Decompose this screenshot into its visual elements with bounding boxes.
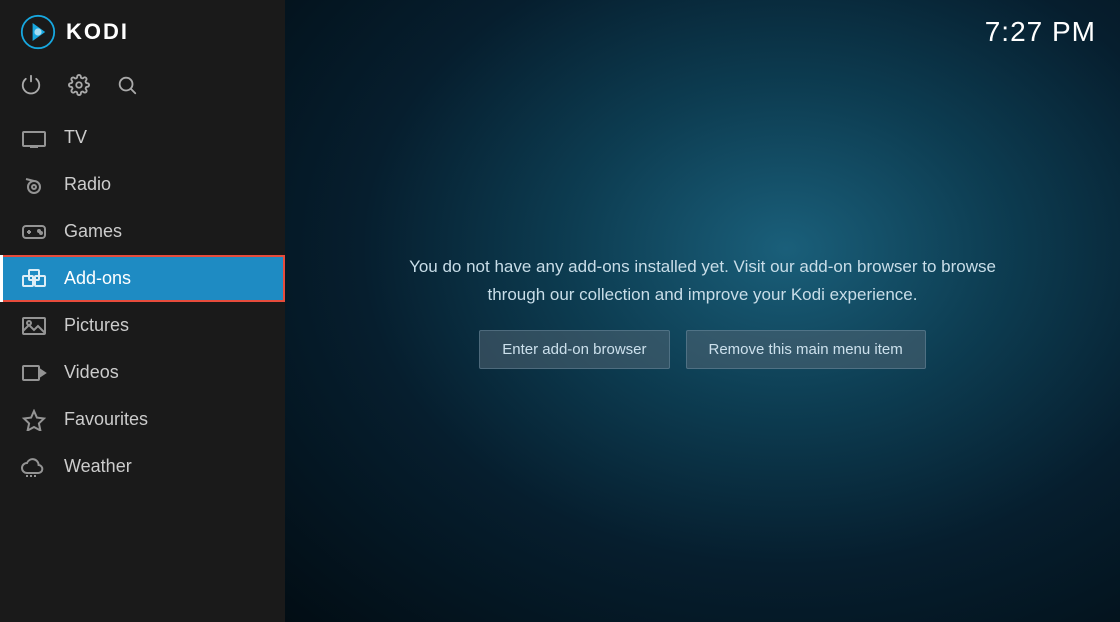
kodi-logo-icon: [20, 14, 56, 50]
sidebar-item-addons[interactable]: Add-ons: [0, 255, 285, 302]
sidebar-item-weather[interactable]: Weather: [0, 443, 285, 490]
sidebar-item-tv[interactable]: TV: [0, 114, 285, 161]
videos-icon: [20, 361, 48, 384]
sidebar-item-pictures[interactable]: Pictures: [0, 302, 285, 349]
tv-icon: [20, 126, 48, 149]
main-content: 7:27 PM You do not have any add-ons inst…: [285, 0, 1120, 622]
sidebar-item-tv-label: TV: [64, 127, 87, 148]
app-header: KODI: [0, 0, 285, 64]
sidebar-item-weather-label: Weather: [64, 456, 132, 477]
sidebar-item-videos[interactable]: Videos: [0, 349, 285, 396]
app-title: KODI: [66, 19, 129, 45]
enter-addon-browser-button[interactable]: Enter add-on browser: [479, 330, 669, 369]
sidebar-item-radio[interactable]: Radio: [0, 161, 285, 208]
main-navigation: TV Radio: [0, 114, 285, 622]
settings-icon[interactable]: [68, 74, 90, 96]
pictures-icon: [20, 314, 48, 337]
sidebar-item-pictures-label: Pictures: [64, 315, 129, 336]
action-buttons: Enter add-on browser Remove this main me…: [479, 330, 926, 369]
weather-icon: [20, 455, 48, 478]
search-icon[interactable]: [116, 74, 138, 96]
sidebar-item-radio-label: Radio: [64, 174, 111, 195]
sidebar-item-videos-label: Videos: [64, 362, 119, 383]
info-message: You do not have any add-ons installed ye…: [403, 253, 1003, 307]
radio-icon: [20, 173, 48, 196]
sidebar-item-games[interactable]: Games: [0, 208, 285, 255]
sidebar-item-favourites-label: Favourites: [64, 409, 148, 430]
favourites-icon: [20, 408, 48, 431]
games-icon: [20, 220, 48, 243]
content-area: You do not have any add-ons installed ye…: [383, 233, 1023, 388]
remove-menu-item-button[interactable]: Remove this main menu item: [686, 330, 926, 369]
sidebar-item-games-label: Games: [64, 221, 122, 242]
sidebar-top-icons: [0, 64, 285, 114]
sidebar: KODI: [0, 0, 285, 622]
power-icon[interactable]: [20, 74, 42, 96]
time-display: 7:27 PM: [985, 16, 1096, 48]
addons-icon: [20, 267, 48, 290]
sidebar-item-addons-label: Add-ons: [64, 268, 131, 289]
sidebar-item-favourites[interactable]: Favourites: [0, 396, 285, 443]
